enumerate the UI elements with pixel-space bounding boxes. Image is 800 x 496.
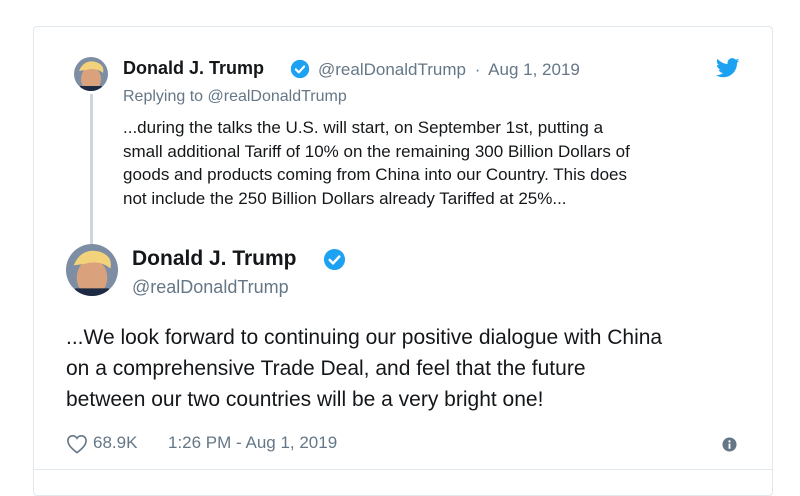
parent-handle[interactable]: @realDonaldTrump	[318, 60, 466, 79]
parent-author-name[interactable]: Donald J. Trump	[123, 58, 264, 79]
info-icon[interactable]	[722, 437, 737, 452]
heart-icon[interactable]	[66, 434, 88, 454]
parent-date[interactable]: Aug 1, 2019	[488, 60, 580, 79]
verified-badge-icon	[290, 59, 310, 79]
twitter-bird-icon[interactable]	[716, 57, 740, 79]
main-author-name[interactable]: Donald J. Trump	[132, 247, 297, 271]
like-count[interactable]: 68.9K	[93, 433, 137, 453]
main-handle[interactable]: @realDonaldTrump	[132, 277, 289, 298]
verified-badge-icon	[323, 248, 346, 271]
meta-separator: ·	[474, 60, 481, 79]
parent-text-line: goods and products coming from China int…	[123, 165, 627, 184]
main-text-line: ...We look forward to continuing our pos…	[66, 326, 663, 349]
replying-to-label[interactable]: Replying to @realDonaldTrump	[123, 88, 347, 106]
parent-text-line: not include the 250 Billion Dollars alre…	[123, 188, 567, 208]
parent-tweet-text: ...during the talks the U.S. will start,…	[123, 116, 753, 210]
thread-connector-line	[90, 94, 93, 244]
main-text-line: between our two countries will be a very…	[66, 388, 544, 411]
parent-meta: @realDonaldTrump · Aug 1, 2019	[318, 60, 584, 80]
parent-text-line: ...during the talks the U.S. will start,…	[123, 118, 604, 137]
main-avatar[interactable]	[66, 244, 118, 296]
parent-avatar[interactable]	[74, 57, 108, 91]
main-text-line: on a comprehensive Trade Deal, and feel …	[66, 357, 586, 380]
card-divider	[34, 469, 772, 470]
parent-text-line: small additional Tariff of 10% on the re…	[123, 141, 630, 161]
tweet-timestamp[interactable]: 1:26 PM - Aug 1, 2019	[168, 433, 337, 453]
main-tweet-text: ...We look forward to continuing our pos…	[66, 322, 756, 415]
